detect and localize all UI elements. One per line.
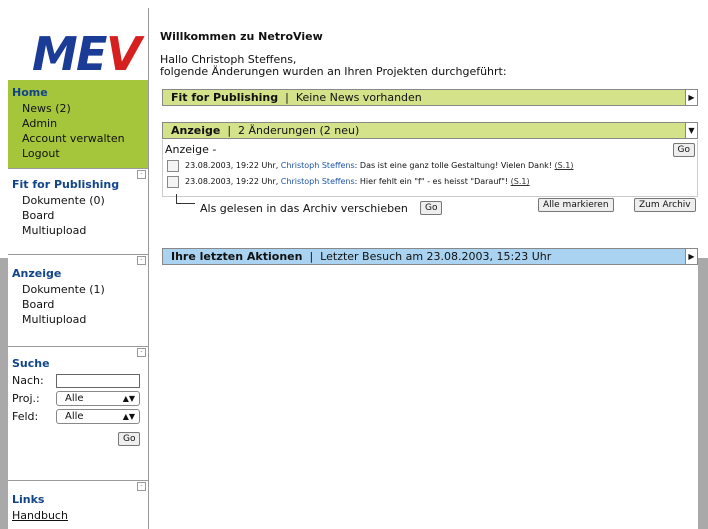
bar-project-name: Fit for Publishing xyxy=(171,91,279,104)
panel-go-button[interactable]: Go xyxy=(672,143,695,157)
author-link[interactable]: Christoph Steffens xyxy=(281,177,355,186)
search-heading: Suche xyxy=(12,357,50,370)
link-handbuch[interactable]: Handbuch xyxy=(12,509,68,523)
bar-info: Keine News vorhanden xyxy=(295,91,422,104)
sidebar-home-heading[interactable]: Home xyxy=(12,86,48,99)
expand-arrow-icon[interactable]: ▶ xyxy=(685,249,697,264)
mark-all-button[interactable]: Alle markieren xyxy=(538,198,614,212)
collapse-icon[interactable]: - xyxy=(137,170,146,179)
search-input[interactable] xyxy=(56,374,140,388)
search-nach-label: Nach: xyxy=(12,374,44,387)
archive-connector-line xyxy=(176,194,195,204)
sidebar-links-section: - Links Handbuch xyxy=(8,480,148,529)
expand-arrow-icon[interactable]: ▶ xyxy=(685,90,697,105)
sidebar-item-account[interactable]: Account verwalten xyxy=(22,132,125,146)
panel-project-label: Anzeige - xyxy=(165,143,217,156)
sidebar: M E V Home News (2) Admin Account verwal… xyxy=(8,8,149,529)
anzeige-changes-panel: Anzeige - Go 23.08.2003, 19:22 Uhr, Chri… xyxy=(162,140,698,197)
updown-arrow-icon: ▲▼ xyxy=(122,412,135,421)
sidebar-item-admin[interactable]: Admin xyxy=(22,117,57,131)
bar-title: Ihre letzten Aktionen xyxy=(171,250,303,263)
recent-actions-bar[interactable]: Ihre letzten Aktionen | Letzter Besuch a… xyxy=(162,248,698,265)
to-archive-button[interactable]: Zum Archiv xyxy=(634,198,696,212)
collapse-icon[interactable]: - xyxy=(137,348,146,357)
sidebar-fit-heading[interactable]: Fit for Publishing xyxy=(12,178,119,191)
sidebar-item-logout[interactable]: Logout xyxy=(22,147,60,161)
main-content: Willkommen zu NetroView Hallo Christoph … xyxy=(156,8,698,529)
sidebar-item-fit-multiupload[interactable]: Multiupload xyxy=(22,224,86,238)
archive-go-button[interactable]: Go xyxy=(420,201,443,215)
collapse-icon[interactable]: - xyxy=(137,482,146,491)
project-bar-anzeige[interactable]: Anzeige | 2 Änderungen (2 neu) ▼ xyxy=(162,122,698,139)
links-heading: Links xyxy=(12,493,45,506)
page-ref-link[interactable]: (S.1) xyxy=(511,177,530,186)
sidebar-item-anzeige-multiupload[interactable]: Multiupload xyxy=(22,313,86,327)
bar-project-name: Anzeige xyxy=(171,124,221,137)
app-window: M E V Home News (2) Admin Account verwal… xyxy=(8,8,698,529)
project-select[interactable]: Alle ▲▼ xyxy=(56,391,140,406)
sidebar-fit-section: - Fit for Publishing Dokumente (0) Board… xyxy=(8,168,148,255)
sidebar-item-anzeige-board[interactable]: Board xyxy=(22,298,54,312)
bar-info: 2 Änderungen (2 neu) xyxy=(238,124,360,137)
collapse-arrow-icon[interactable]: ▼ xyxy=(685,123,697,138)
field-select[interactable]: Alle ▲▼ xyxy=(56,409,140,424)
sidebar-anzeige-section: - Anzeige Dokumente (1) Board Multiuploa… xyxy=(8,254,148,345)
sidebar-home-section: Home News (2) Admin Account verwalten Lo… xyxy=(8,80,148,168)
search-feld-label: Feld: xyxy=(12,410,39,423)
sidebar-item-news[interactable]: News (2) xyxy=(22,102,71,116)
search-go-button[interactable]: Go xyxy=(118,432,141,446)
page-title: Willkommen zu NetroView xyxy=(160,30,323,43)
list-item: 23.08.2003, 19:22 Uhr, Christoph Steffen… xyxy=(185,177,530,186)
project-bar-fit[interactable]: Fit for Publishing | Keine News vorhande… xyxy=(162,89,698,106)
author-link[interactable]: Christoph Steffens xyxy=(281,161,355,170)
collapse-icon[interactable]: - xyxy=(137,256,146,265)
greeting-line-2: folgende Änderungen wurden an Ihren Proj… xyxy=(160,65,507,78)
sidebar-anzeige-heading[interactable]: Anzeige xyxy=(12,267,61,280)
search-proj-label: Proj.: xyxy=(12,392,40,405)
sidebar-item-fit-board[interactable]: Board xyxy=(22,209,54,223)
list-item: 23.08.2003, 19:22 Uhr, Christoph Steffen… xyxy=(185,161,574,170)
sidebar-item-anzeige-dokumente[interactable]: Dokumente (1) xyxy=(22,283,105,297)
entry-checkbox[interactable] xyxy=(167,160,179,172)
sidebar-item-fit-dokumente[interactable]: Dokumente (0) xyxy=(22,194,105,208)
updown-arrow-icon: ▲▼ xyxy=(122,394,135,403)
sidebar-search-section: - Suche Nach: Proj.: Alle ▲▼ Feld: Alle … xyxy=(8,346,148,459)
bar-info: Letzter Besuch am 23.08.2003, 15:23 Uhr xyxy=(320,250,552,263)
mev-logo: M E V xyxy=(32,27,142,81)
archive-label: Als gelesen in das Archiv verschieben xyxy=(200,202,408,215)
page-ref-link[interactable]: (S.1) xyxy=(555,161,574,170)
entry-checkbox[interactable] xyxy=(167,176,179,188)
